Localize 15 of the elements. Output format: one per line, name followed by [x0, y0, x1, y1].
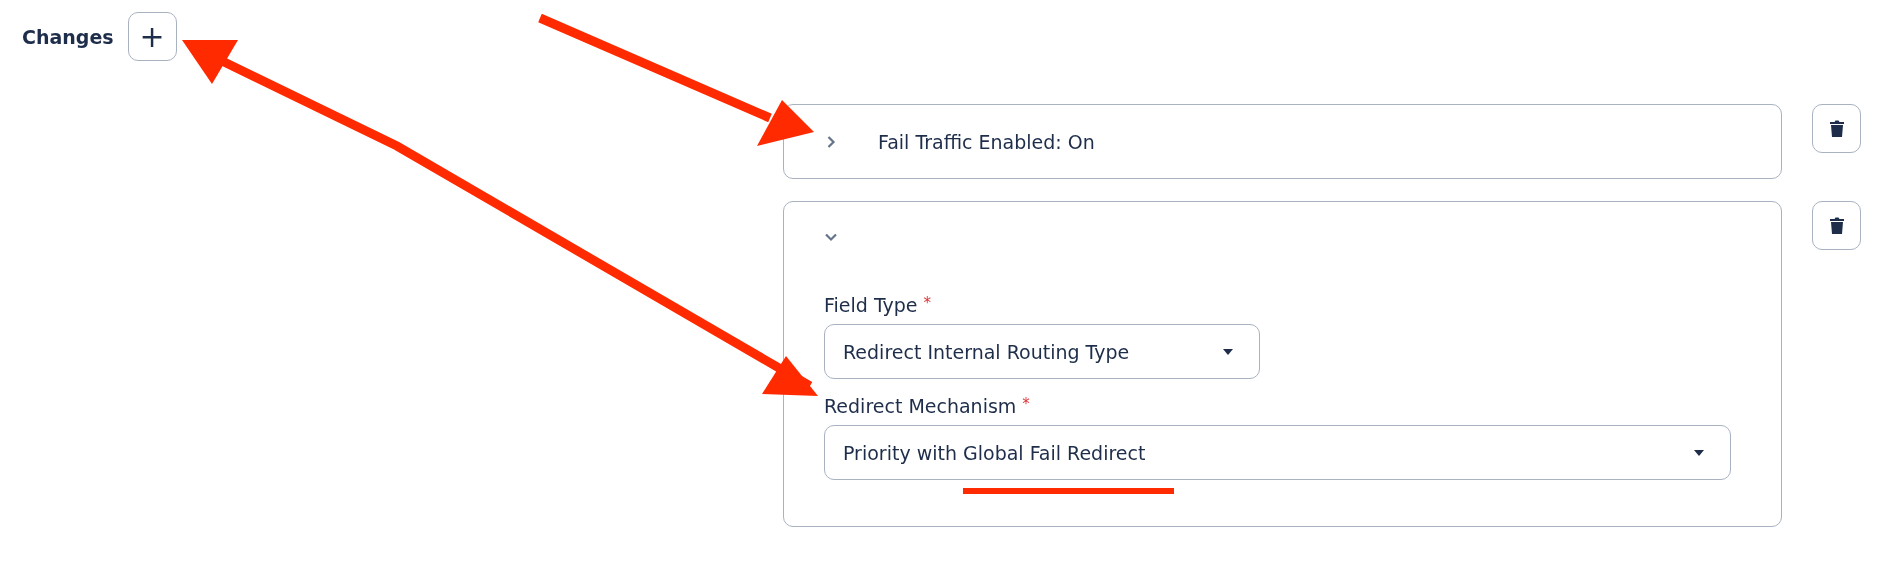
dropdown-field[interactable]: Redirect Internal Routing Type — [824, 324, 1260, 379]
change-summary: Fail Traffic Enabled: On — [878, 130, 1095, 153]
delete-button[interactable] — [1812, 104, 1861, 153]
field-label: Field Type — [824, 294, 918, 316]
required-mark: * — [1022, 395, 1030, 415]
trash-icon — [1829, 120, 1844, 137]
caret-icon — [1223, 348, 1233, 355]
add-button[interactable]: + — [127, 12, 177, 61]
trash-icon — [1829, 217, 1844, 234]
caret-icon — [1694, 449, 1704, 456]
delete-button[interactable] — [1812, 201, 1861, 250]
dropdown-field[interactable]: Priority with Global Fail Redirect — [824, 425, 1731, 480]
section-title: Changes — [22, 25, 114, 48]
field-label: Redirect Mechanism — [824, 395, 1017, 417]
required-mark: * — [923, 294, 932, 314]
